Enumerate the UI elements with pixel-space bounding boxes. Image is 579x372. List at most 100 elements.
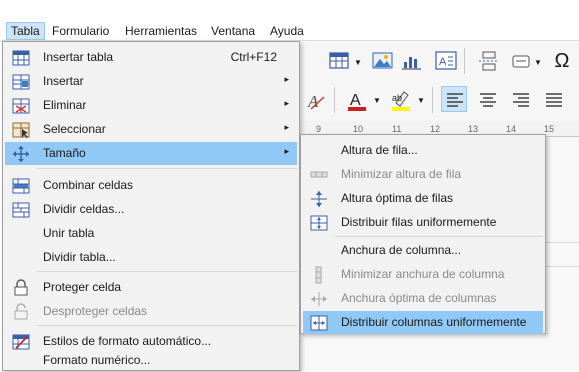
toolbar-separator [334,87,335,113]
shortcut-label: Ctrl+F12 [230,50,277,64]
justify-icon[interactable] [541,87,567,113]
unlock-icon [12,303,30,321]
submenu-item-altura-optima-de-filas[interactable]: Altura óptima de filas [303,187,543,210]
toolbar-separator [464,48,465,74]
select-icon [12,121,30,139]
menu-herramientas[interactable]: Herramientas [121,22,201,40]
page-break-icon[interactable] [476,48,502,74]
table-icon[interactable] [327,48,353,74]
ruler-tick: 9 [316,124,322,134]
clear-formatting-icon[interactable]: A [304,87,330,113]
menu-item-label: Insertar [43,74,84,88]
distribute-rows-icon [310,214,328,232]
highlight-color-icon[interactable]: ab [388,87,414,113]
chevron-down-icon[interactable]: ▼ [417,96,425,105]
chevron-down-icon[interactable]: ▼ [354,58,362,67]
submenu-item-altura-de-fila[interactable]: Altura de fila... [303,139,543,162]
menu-tabla[interactable]: Tabla [6,22,45,40]
align-right-icon[interactable] [508,87,534,113]
submenu-item-minimizar-anchura-de-columna[interactable]: Minimizar anchura de columna [303,263,543,286]
menu-ayuda[interactable]: Ayuda [266,22,308,40]
svg-text:A: A [439,56,447,68]
split-cells-icon [12,201,30,219]
menu-item-seleccionar[interactable]: Seleccionar ▸ [5,118,297,141]
menubar: Tabla Formulario Herramientas Ventana Ay… [0,0,579,41]
field-icon[interactable] [509,48,535,74]
menu-formulario[interactable]: Formulario [48,22,113,40]
size-submenu: Altura de fila... Minimizar altura de fi… [300,134,546,334]
ruler-tick: 12 [430,124,441,134]
chevron-down-icon[interactable]: ▼ [534,58,542,67]
menu-item-label: Seleccionar [43,122,106,136]
chart-icon[interactable] [399,48,425,74]
chevron-right-icon: ▸ [284,146,289,156]
special-character-icon[interactable]: Ω [549,48,575,74]
menu-item-label: Distribuir columnas uniformemente [341,315,527,329]
optimal-row-height-icon [310,190,328,208]
menu-item-dividir-celdas[interactable]: Dividir celdas... [5,198,297,221]
menu-item-label: Dividir tabla... [43,250,116,264]
menu-item-label: Combinar celdas [43,178,134,192]
menu-item-insertar[interactable]: Insertar ▸ [5,70,297,93]
minimize-row-height-icon [310,166,328,184]
menu-item-label: Altura óptima de filas [341,191,454,205]
align-center-icon[interactable] [475,87,501,113]
submenu-item-minimizar-altura-de-fila[interactable]: Minimizar altura de fila [303,163,543,186]
menu-item-label: Insertar tabla [43,50,114,64]
menu-item-eliminar[interactable]: Eliminar ▸ [5,94,297,117]
ruler-tick: 14 [506,124,517,134]
ruler-tick: 15 [544,124,555,134]
chevron-down-icon[interactable]: ▼ [373,96,381,105]
ruler-tick: 10 [353,124,364,134]
ruler-tick: 11 [392,124,402,134]
table-border-line [545,242,579,243]
menu-item-label: Tamaño [43,146,86,160]
submenu-item-anchura-optima-de-columnas[interactable]: Anchura óptima de columnas [303,287,543,310]
menu-item-label: Minimizar anchura de columna [341,267,505,281]
menu-separator [37,271,297,272]
menu-item-label: Desproteger celdas [43,304,148,318]
menu-item-insertar-tabla[interactable]: Insertar tabla Ctrl+F12 [5,46,297,69]
submenu-item-distribuir-filas-uniformemente[interactable]: Distribuir filas uniformemente [303,211,543,234]
menu-ventana[interactable]: Ventana [207,22,259,40]
insert-icon [12,73,30,91]
menu-item-label: Dividir celdas... [43,202,125,216]
size-icon [12,145,30,163]
menu-item-label: Formato numérico... [43,353,151,367]
table-border-line [545,266,579,267]
menu-item-tamano[interactable]: Tamaño ▸ [5,142,297,165]
image-icon[interactable] [370,48,396,74]
menu-item-label: Proteger celda [43,280,122,294]
minimize-column-width-icon [310,266,328,284]
submenu-item-distribuir-columnas-uniformemente[interactable]: Distribuir columnas uniformemente [303,311,543,334]
menu-separator [37,325,297,326]
menu-item-label: Eliminar [43,98,87,112]
chevron-right-icon: ▸ [284,74,289,84]
menu-item-unir-tabla[interactable]: Unir tabla [5,222,297,245]
menu-item-desproteger-celdas[interactable]: Desproteger celdas [5,300,297,323]
menu-item-formato-numerico[interactable]: Formato numérico... [5,349,297,372]
menu-item-label: Anchura óptima de columnas [341,291,497,305]
menu-item-combinar-celdas[interactable]: Combinar celdas [5,174,297,197]
table-menu: Insertar tabla Ctrl+F12 Insertar ▸ Elimi… [2,41,300,371]
menu-item-label: Altura de fila... [341,143,418,157]
toolbar-separator [432,87,433,113]
optimal-column-width-icon [310,290,328,308]
text-box-icon[interactable]: A [433,48,459,74]
submenu-item-anchura-de-columna[interactable]: Anchura de columna... [303,239,543,262]
menu-separator [335,236,543,237]
menu-item-label: Distribuir filas uniformemente [341,215,497,229]
menu-item-label: Unir tabla [43,226,95,240]
chevron-right-icon: ▸ [284,122,289,132]
ruler-tick: 13 [468,124,479,134]
menu-separator [37,168,297,169]
font-color-icon[interactable]: A [344,87,370,113]
lock-icon [12,279,30,297]
toolbar: ▼ A ▼ Ω A A ▼ ab ▼ [300,41,579,121]
delete-icon [12,97,30,115]
menu-item-dividir-tabla[interactable]: Dividir tabla... [5,246,297,269]
align-left-icon[interactable] [441,86,467,112]
menu-item-label: Minimizar altura de fila [341,167,462,181]
menu-item-proteger-celda[interactable]: Proteger celda [5,276,297,299]
insert-table-icon [12,49,30,67]
